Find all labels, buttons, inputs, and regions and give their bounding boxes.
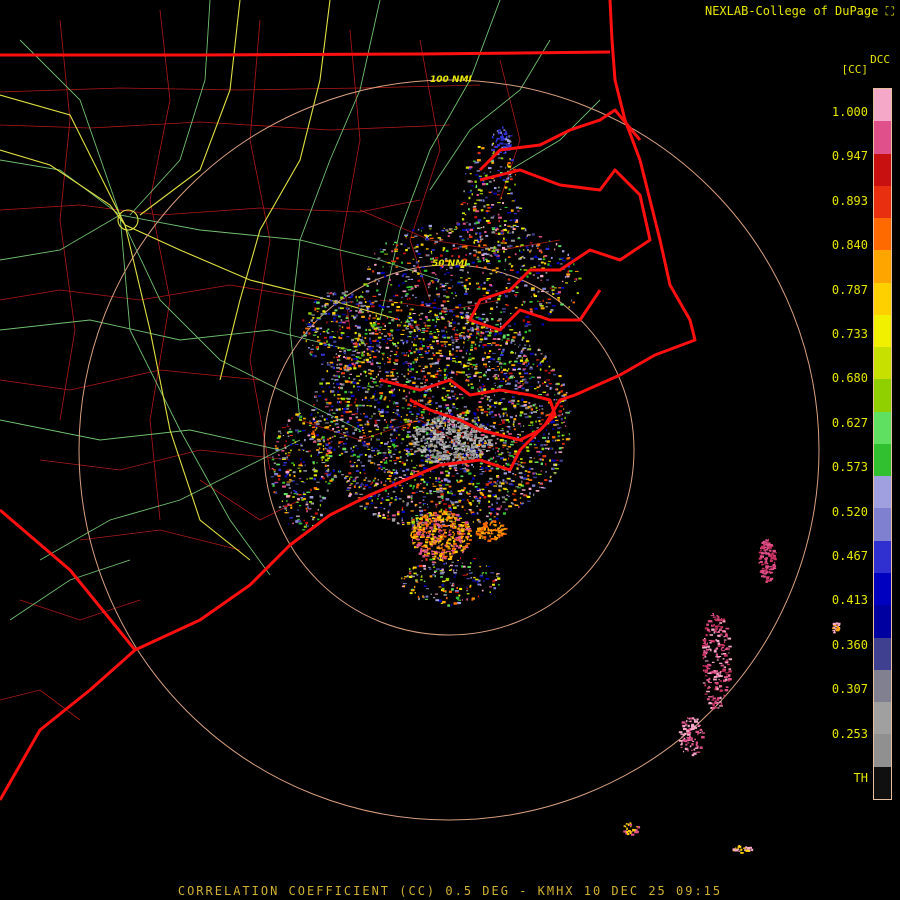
color-scale-segment (874, 153, 891, 186)
range-rings (78, 79, 820, 821)
color-scale-tick: 0.680 (831, 371, 868, 386)
color-scale-tick: 0.627 (831, 415, 868, 430)
color-scale-segment (874, 379, 891, 412)
color-scale-tick: 0.893 (831, 193, 868, 208)
color-scale-segment (874, 572, 891, 606)
color-scale-segment (874, 89, 891, 122)
highway-network (0, 0, 401, 561)
color-scale-tick: 0.733 (831, 327, 868, 341)
color-scale-segment (874, 476, 891, 509)
color-scale-ticks: 1.000 0.947 0.893 0.840 0.787 0.733 0.680 0.627… (820, 0, 870, 900)
product-code: DCC (870, 53, 890, 66)
color-scale-segment (874, 766, 891, 799)
color-scale-segment (874, 702, 891, 735)
color-scale-segment (874, 121, 891, 154)
range-ring-label-100: 100 NMI (430, 75, 472, 85)
color-scale-segment (874, 508, 891, 541)
color-scale-segment (874, 314, 891, 348)
color-scale-tick: 0.573 (831, 460, 868, 475)
color-scale-tick: 0.840 (831, 238, 868, 253)
color-scale-tick: 0.947 (831, 149, 868, 164)
radar-display: 100 NMI 50 NMI NEXLAB-College of DuPage … (0, 0, 900, 900)
color-scale-segment (874, 347, 891, 380)
color-scale-segment (874, 443, 891, 477)
color-scale-segment (874, 411, 891, 444)
outer-banks (574, 0, 697, 397)
color-scale-tick: 0.360 (831, 637, 868, 652)
radar-returns (270, 126, 841, 854)
product-footer: CORRELATION COEFFICIENT (CC) 0.5 DEG - K… (177, 884, 723, 898)
nexlab-logo-icon: ⛶ (885, 4, 894, 18)
nc-sc-border (0, 508, 137, 651)
color-scale-tick: 0.520 (831, 504, 868, 519)
color-scale-segment (874, 282, 891, 315)
color-scale-segment (874, 218, 891, 251)
color-scale-segment (874, 185, 891, 219)
color-scale-segment (874, 637, 891, 670)
road-network (0, 0, 601, 621)
color-scale-tick: TH (853, 771, 868, 785)
color-scale-tick: 0.253 (831, 726, 868, 741)
color-scale-bar (873, 88, 892, 800)
range-ring-100 (78, 79, 820, 821)
color-scale-segment (874, 669, 891, 703)
radar-map: 100 NMI 50 NMI (0, 0, 841, 854)
color-scale-segment (874, 734, 891, 767)
color-scale-tick: 0.787 (831, 282, 868, 297)
color-scale-segment (874, 540, 891, 573)
color-scale-tick: 1.000 (831, 105, 868, 119)
color-scale-segment (874, 250, 891, 283)
color-scale-tick: 0.467 (831, 549, 868, 563)
color-scale-tick: 0.307 (831, 682, 868, 697)
color-scale-tick: 0.413 (831, 593, 868, 608)
color-scale-segment (874, 605, 891, 638)
va-nc-border (0, 50, 611, 57)
